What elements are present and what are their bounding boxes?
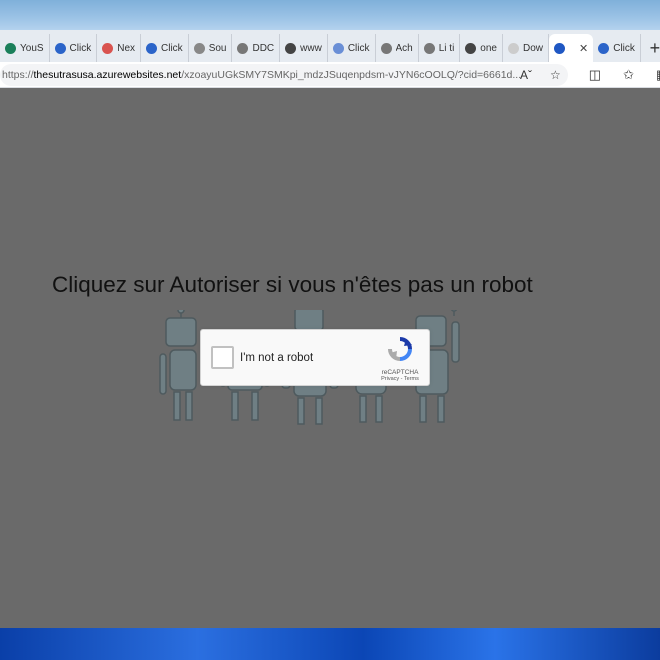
browser-tab[interactable]: Li ti (419, 34, 461, 62)
tab-favicon-icon (465, 42, 477, 54)
close-tab-icon[interactable]: ✕ (579, 42, 588, 55)
tab-bar: YouS Click Nex Click Sou DDC www Click Ach Li ti o… (0, 30, 660, 62)
tab-label: Click (69, 42, 92, 54)
favorites-icon[interactable]: ✩ (623, 67, 634, 83)
url-path: /xzoayuUGkSMY7SMKpi_mdzJSuqenpdsm-vJYN6c… (181, 68, 522, 81)
new-tab-button[interactable]: + (641, 34, 660, 62)
tab-favicon-icon (423, 42, 435, 54)
page-headline: Cliquez sur Autoriser si vous n'êtes pas… (52, 272, 533, 297)
browser-tab[interactable]: Ach (376, 34, 419, 62)
browser-tab[interactable]: Nex (97, 34, 142, 62)
browser-tab[interactable]: Click (141, 34, 189, 62)
tab-label: Sou (208, 42, 227, 54)
tab-favicon-icon (598, 42, 610, 54)
tab-label: Click (613, 42, 635, 54)
split-screen-icon[interactable]: ◫ (589, 67, 601, 83)
tab-favicon-icon (380, 42, 392, 54)
tab-favicon-icon (54, 42, 66, 54)
address-bar[interactable]: https:// thesutrasusa.azurewebsites.net … (0, 63, 568, 86)
tab-favicon-icon (332, 42, 344, 54)
page-viewport: Cliquez sur Autoriser si vous n'êtes pas… (0, 88, 660, 628)
collections-icon[interactable]: ▦ (656, 67, 660, 83)
toolbar-actions: ◫ ✩ ▦ (589, 67, 660, 83)
read-aloud-icon[interactable]: Aˇ (520, 68, 532, 82)
favorite-star-icon[interactable]: ☆ (550, 68, 561, 82)
recaptcha-logo-icon (388, 337, 412, 361)
tab-favicon-icon (285, 42, 297, 54)
browser-tab[interactable]: Click (593, 34, 641, 62)
recaptcha-branding: reCAPTCHA Privacy - Terms (375, 336, 425, 382)
url-host: thesutrasusa.azurewebsites.net (33, 68, 182, 81)
browser-tab[interactable]: Sou (189, 34, 233, 62)
recaptcha-privacy-link[interactable]: Privacy (381, 376, 399, 382)
desktop-background-strip (0, 0, 660, 30)
tab-label: one (480, 42, 497, 54)
recaptcha-brand: reCAPTCHA (381, 369, 419, 376)
url-scheme: https:// (2, 68, 34, 81)
browser-tab[interactable]: DDC (232, 34, 281, 62)
windows-taskbar (0, 628, 660, 660)
browser-tab[interactable]: Click (50, 34, 98, 62)
tab-label: Click (347, 42, 370, 54)
browser-tab[interactable]: Dow (503, 34, 549, 62)
tab-label: Nex (117, 42, 136, 54)
tab-favicon-icon (554, 42, 565, 54)
tab-favicon-icon (507, 42, 519, 54)
browser-toolbar: https:// thesutrasusa.azurewebsites.net … (0, 62, 660, 88)
tab-favicon-icon (237, 42, 249, 54)
tab-label: Dow (522, 42, 543, 54)
tab-label: Click (161, 42, 183, 54)
recaptcha-terms-link[interactable]: Terms (404, 376, 419, 382)
browser-tab[interactable]: YouS (0, 34, 50, 62)
tab-label: DDC (252, 42, 275, 54)
tab-label: YouS (20, 42, 44, 54)
tab-favicon-icon (146, 42, 158, 54)
browser-tab[interactable]: Click (328, 34, 376, 62)
recaptcha-checkbox[interactable] (211, 346, 234, 369)
tab-favicon-icon (102, 42, 114, 54)
recaptcha-label: I'm not a robot (240, 351, 314, 364)
recaptcha-widget: I'm not a robot reCAPTCHA Privacy - Term… (200, 329, 430, 386)
tab-favicon-icon (5, 42, 16, 54)
tab-label: Ach (395, 42, 413, 54)
browser-tab[interactable]: www (280, 34, 328, 62)
address-bar-actions: Aˇ ☆ (520, 68, 561, 82)
browser-tab[interactable]: one (460, 34, 503, 62)
recaptcha-links: Privacy - Terms (375, 376, 425, 382)
tab-favicon-icon (193, 42, 205, 54)
tab-label: Li ti (438, 42, 455, 54)
browser-tab-active[interactable]: ✕ (549, 34, 594, 62)
tab-label: www (300, 42, 322, 54)
